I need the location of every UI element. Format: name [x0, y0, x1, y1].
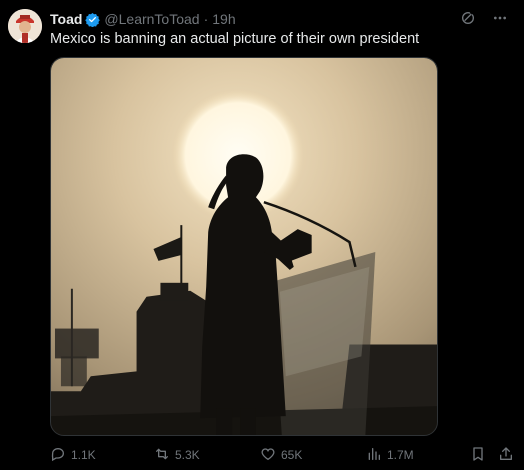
repost-button[interactable]: 5.3K: [154, 444, 200, 466]
grok-icon[interactable]: [460, 9, 476, 29]
reply-icon: [50, 446, 66, 465]
avatar[interactable]: [8, 9, 42, 43]
reply-count: 1.1K: [71, 448, 96, 462]
repost-count: 5.3K: [175, 448, 200, 462]
author-name[interactable]: Toad: [50, 11, 82, 27]
views-count: 1.7M: [387, 448, 414, 462]
tweet: Toad @LearnToToad · 19h Mexico is bannin…: [0, 0, 524, 470]
like-button[interactable]: 65K: [260, 444, 302, 466]
bookmark-icon: [470, 446, 486, 465]
views-icon: [366, 446, 382, 465]
bookmark-button[interactable]: [470, 444, 486, 466]
like-count: 65K: [281, 448, 303, 462]
timestamp[interactable]: 19h: [212, 11, 235, 27]
share-button[interactable]: [498, 444, 514, 466]
author-handle[interactable]: @LearnToToad: [104, 11, 199, 27]
share-icon: [498, 446, 514, 465]
tweet-text: Mexico is banning an actual picture of t…: [50, 31, 420, 47]
repost-icon: [154, 446, 170, 465]
verified-badge-icon: [85, 12, 101, 27]
action-bar: 1.1K 5.3K 65K 1.7M: [50, 444, 520, 466]
tweet-header: Toad @LearnToToad · 19h: [50, 9, 514, 29]
like-icon: [260, 446, 276, 465]
reply-button[interactable]: 1.1K: [50, 444, 96, 466]
separator: ·: [203, 11, 209, 27]
more-options-icon[interactable]: [492, 10, 508, 29]
views-button[interactable]: 1.7M: [366, 444, 414, 466]
header-actions: [460, 9, 508, 29]
tweet-photo[interactable]: [50, 57, 438, 436]
